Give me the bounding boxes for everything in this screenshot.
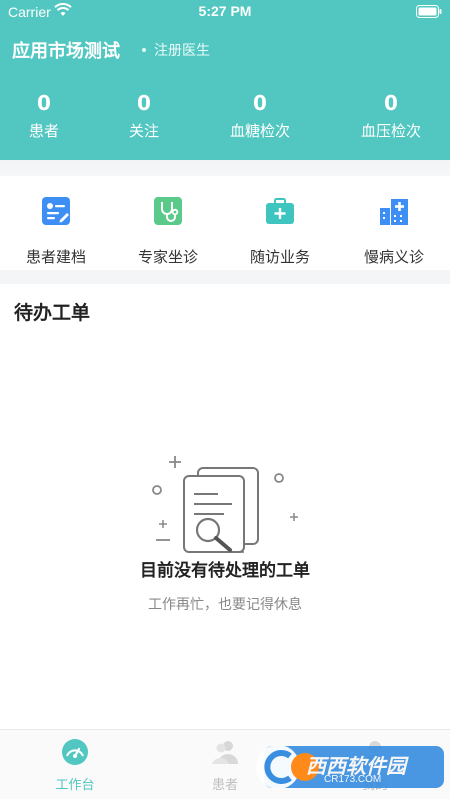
stat-blood-sugar[interactable]: 0 血糖检次 bbox=[210, 90, 310, 141]
stat-value: 0 bbox=[253, 91, 267, 115]
stethoscope-icon bbox=[153, 196, 183, 226]
menu-label: 患者建档 bbox=[25, 248, 86, 266]
stat-value: 0 bbox=[384, 91, 398, 115]
stat-label: 血压检次 bbox=[360, 122, 421, 140]
watermark-logo: 西西软件园 CR173.COM bbox=[250, 740, 446, 794]
clock: 5:27 PM bbox=[198, 3, 252, 19]
stat-label: 患者 bbox=[28, 122, 59, 140]
empty-state-title: 目前没有待处理的工单 bbox=[140, 561, 310, 581]
status-bar: Carrier 5:27 PM bbox=[0, 0, 450, 26]
stat-label: 关注 bbox=[128, 122, 159, 140]
menu-follow-up[interactable]: 随访业务 bbox=[224, 176, 336, 270]
hospital-building-icon bbox=[379, 196, 409, 226]
empty-state-subtitle: 工作再忙，也要记得休息 bbox=[148, 597, 302, 613]
menu-label: 随访业务 bbox=[249, 248, 310, 266]
app-screen: Carrier 5:27 PM 应用市场测试 注册医生 0 患者 0 关注 0 … bbox=[0, 0, 450, 799]
stat-follow[interactable]: 0 关注 bbox=[94, 90, 194, 141]
role-subtitle: 注册医生 bbox=[154, 43, 210, 59]
menu-patient-record[interactable]: 患者建档 bbox=[0, 176, 112, 270]
battery-icon bbox=[416, 5, 442, 21]
quick-menu: 患者建档 专家坐诊 随访业务 慢病义诊 bbox=[0, 176, 450, 270]
patient-record-icon bbox=[41, 196, 71, 226]
header: Carrier 5:27 PM 应用市场测试 注册医生 0 患者 0 关注 0 … bbox=[0, 0, 450, 160]
watermark-domain: CR173.COM bbox=[324, 774, 382, 785]
section-divider bbox=[0, 270, 450, 284]
stat-value: 0 bbox=[37, 91, 51, 115]
tab-label: 工作台 bbox=[55, 778, 95, 793]
header-separator bbox=[0, 160, 450, 176]
bullet-dot bbox=[142, 48, 146, 52]
menu-label: 专家坐诊 bbox=[137, 248, 198, 266]
patients-icon bbox=[211, 738, 239, 766]
title-row: 应用市场测试 注册医生 bbox=[12, 38, 210, 62]
app-title: 应用市场测试 bbox=[12, 41, 120, 62]
menu-expert-consult[interactable]: 专家坐诊 bbox=[112, 176, 224, 270]
stat-value: 0 bbox=[137, 91, 151, 115]
stat-blood-pressure[interactable]: 0 血压检次 bbox=[341, 90, 441, 141]
stat-label: 血糖检次 bbox=[229, 122, 290, 140]
stats-row: 0 患者 0 关注 0 血糖检次 0 血压检次 bbox=[0, 90, 450, 146]
menu-label: 慢病义诊 bbox=[363, 248, 424, 266]
dashboard-icon bbox=[61, 738, 89, 766]
empty-state-illustration bbox=[146, 452, 306, 560]
tab-workbench[interactable]: 工作台 bbox=[0, 730, 150, 799]
menu-chronic-clinic[interactable]: 慢病义诊 bbox=[338, 176, 450, 270]
section-title-todo: 待办工单 bbox=[14, 302, 91, 324]
medical-kit-icon bbox=[265, 196, 295, 226]
stat-patients[interactable]: 0 患者 bbox=[0, 90, 94, 141]
